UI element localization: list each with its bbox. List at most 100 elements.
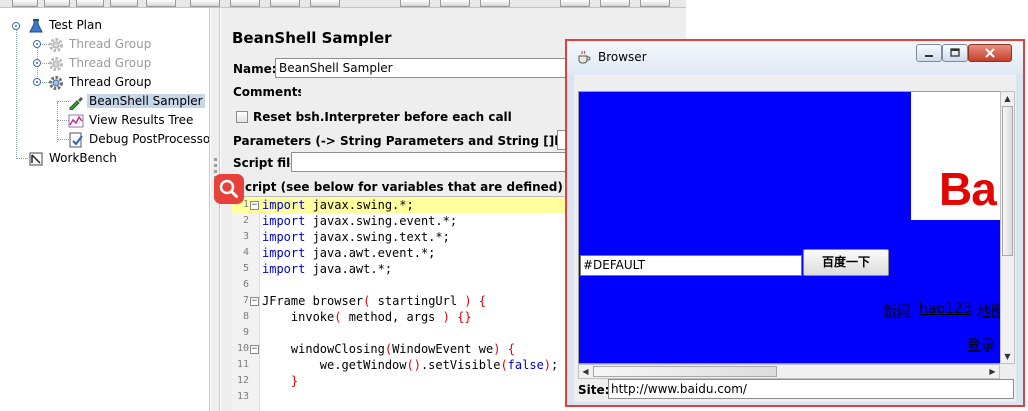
line-number: 8 <box>242 311 249 322</box>
close-icon <box>985 48 995 58</box>
tree-expand-toggle[interactable] <box>33 59 41 67</box>
browser-window: Browser Ba #DEFAULT 百度一下 新闻 hao123 地图 登录… <box>565 39 1025 407</box>
toolbar-open-button[interactable] <box>76 0 104 7</box>
site-url-field[interactable]: http://www.baidu.com/ <box>608 379 1014 399</box>
tree-item-thread-group[interactable]: Thread Group <box>48 54 153 73</box>
toolbar-templates-button[interactable] <box>44 0 70 7</box>
logo-area: Ba <box>911 92 1003 220</box>
main-toolbar <box>0 0 686 8</box>
code-text: } <box>262 374 299 388</box>
page-title: BeanShell Sampler <box>232 29 392 47</box>
gear-icon <box>48 37 64 53</box>
line-number: 6 <box>242 279 249 290</box>
browser-title: Browser <box>598 50 647 64</box>
tree-connector <box>57 102 58 142</box>
code-text: import java.awt.*; <box>262 262 393 276</box>
toolbar-start-button[interactable] <box>400 0 430 7</box>
chart-icon <box>68 113 84 129</box>
toolbar-cut-button[interactable] <box>190 0 220 7</box>
scroll-left-arrow[interactable]: ◀ <box>579 365 592 378</box>
news-link[interactable]: 新闻 <box>883 301 911 321</box>
horizontal-scroll-thumb[interactable] <box>593 366 777 377</box>
fold-toggle-icon[interactable]: − <box>250 297 259 306</box>
vertical-scroll-thumb[interactable] <box>1002 106 1013 256</box>
line-number: 4 <box>242 247 249 258</box>
tree-expand-toggle[interactable] <box>33 40 41 48</box>
toolbar-new-button[interactable] <box>12 0 38 7</box>
tree-item-test-plan[interactable]: Test Plan <box>28 16 104 35</box>
tree-item-thread-group[interactable]: Thread Group <box>48 35 153 54</box>
test-plan-tree[interactable]: Test Plan Thread Group Thread Group Thre… <box>0 8 210 411</box>
scroll-down-arrow[interactable]: ▼ <box>1001 350 1014 363</box>
splitter-grip <box>214 164 217 167</box>
test-plan-icon <box>28 18 44 34</box>
toolbar-function-button[interactable] <box>600 0 630 7</box>
debug-icon <box>68 132 84 148</box>
line-number: 13 <box>236 391 249 402</box>
search-badge[interactable] <box>214 174 244 204</box>
java-cup-icon <box>577 50 591 64</box>
code-text: import java.awt.event.*; <box>262 246 436 260</box>
toolbar-save-as-button[interactable] <box>146 0 176 7</box>
tree-item-beanshell-sampler[interactable]: BeanShell Sampler <box>68 92 205 111</box>
gear-icon <box>48 56 64 72</box>
vertical-scrollbar[interactable]: ▲ ▼ <box>1000 91 1015 364</box>
tree-connector <box>16 26 17 159</box>
code-text: import javax.swing.*; <box>262 198 414 212</box>
hao123-link[interactable]: hao123 <box>919 301 972 317</box>
magnifier-icon <box>219 179 238 198</box>
toolbar-save-button[interactable] <box>110 0 138 7</box>
code-text: import javax.swing.text.*; <box>262 230 450 244</box>
toolbar-copy-button[interactable] <box>230 0 260 7</box>
workbench-icon <box>28 151 44 167</box>
maximize-button[interactable] <box>942 44 968 62</box>
script-label: cript (see below for variables that are … <box>245 180 563 194</box>
close-button[interactable] <box>968 44 1012 62</box>
toolbar-help-button[interactable] <box>640 0 670 7</box>
comments-label: Comments: <box>233 85 310 99</box>
tree-item-debug-postprocessor[interactable]: Debug PostProcessor <box>68 130 209 149</box>
page-banner <box>579 92 911 220</box>
fold-toggle-icon[interactable]: − <box>250 201 259 210</box>
panel-splitter[interactable] <box>211 8 220 411</box>
toolbar-clear-button[interactable] <box>480 0 510 7</box>
search-input[interactable]: #DEFAULT <box>580 255 802 276</box>
reset-interpreter-checkbox[interactable] <box>236 111 248 123</box>
tree-item-thread-group[interactable]: Thread Group <box>48 73 153 92</box>
line-number: 10 <box>236 343 249 354</box>
line-number: 12 <box>236 375 249 386</box>
site-label: Site: <box>578 383 610 397</box>
baidu-search-button[interactable]: 百度一下 <box>803 249 889 276</box>
tree-expand-toggle[interactable] <box>12 22 20 30</box>
code-text: import javax.swing.event.*; <box>262 214 458 228</box>
browser-viewport[interactable]: Ba #DEFAULT 百度一下 新闻 hao123 地图 登录 <box>578 91 1004 364</box>
code-text: windowClosing(WindowEvent we) { <box>262 342 515 356</box>
scroll-up-arrow[interactable]: ▲ <box>1001 92 1014 105</box>
toolbar-search-button[interactable] <box>560 0 590 7</box>
tree-expand-toggle[interactable] <box>33 78 41 86</box>
line-number: 3 <box>242 231 249 242</box>
tree-item-workbench[interactable]: WorkBench <box>28 149 119 168</box>
browser-titlebar[interactable]: Browser <box>567 41 1023 75</box>
line-number: 11 <box>236 359 249 370</box>
horizontal-scrollbar[interactable]: ◀ ▶ <box>578 364 1000 379</box>
scroll-right-arrow[interactable]: ▶ <box>986 365 999 378</box>
tree-connector <box>16 158 28 159</box>
toolbar-paste-button[interactable] <box>270 0 300 7</box>
tree-item-view-results-tree[interactable]: View Results Tree <box>68 111 195 130</box>
minimize-button[interactable] <box>916 44 942 62</box>
toolbar-stop-button[interactable] <box>440 0 470 7</box>
name-label: Name: <box>233 62 277 76</box>
baidu-logo: Ba <box>939 163 997 215</box>
fold-toggle-icon[interactable]: − <box>250 345 259 354</box>
login-link[interactable]: 登录 <box>967 335 995 355</box>
code-text: invoke( method, args ) {} <box>262 310 472 324</box>
page-body <box>579 220 1003 363</box>
script-file-label: Script file <box>233 156 299 170</box>
line-number: 9 <box>242 327 249 338</box>
toolbar-expand-button[interactable] <box>310 0 340 7</box>
browser-client: Ba #DEFAULT 百度一下 新闻 hao123 地图 登录 ▲ ▼ ◀ ▶… <box>574 75 1016 402</box>
pipette-icon <box>68 94 84 110</box>
code-text: JFrame browser( startingUrl ) { <box>262 294 487 308</box>
minimize-icon <box>925 55 933 57</box>
